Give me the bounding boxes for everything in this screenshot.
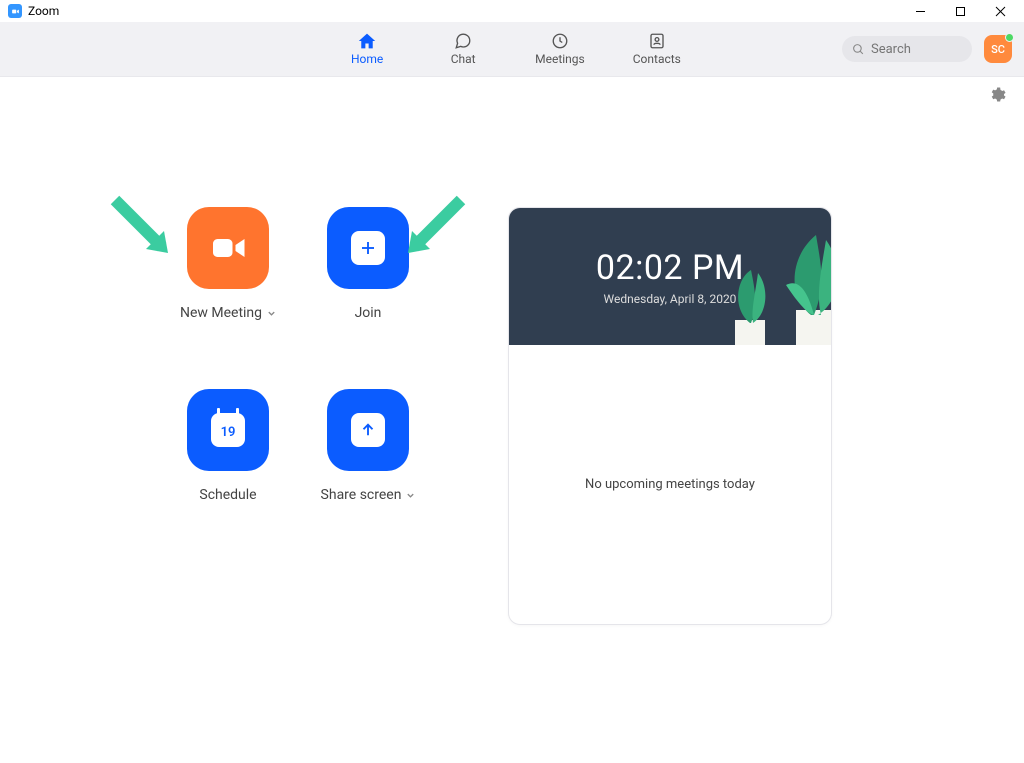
- chevron-down-icon[interactable]: [267, 309, 276, 318]
- tab-chat[interactable]: Chat: [439, 32, 487, 66]
- settings-button[interactable]: [988, 86, 1006, 104]
- share-screen-button[interactable]: Share screen: [298, 389, 438, 503]
- search-box[interactable]: [842, 36, 972, 62]
- tab-home[interactable]: Home: [343, 32, 391, 66]
- annotation-arrow-new-meeting: [110, 195, 180, 269]
- schedule-icon-bg: 19: [187, 389, 269, 471]
- chat-icon: [454, 32, 472, 50]
- tab-label: Chat: [451, 52, 476, 66]
- avatar[interactable]: SC: [984, 35, 1012, 63]
- panel-hero: 02:02 PM Wednesday, April 8, 2020: [509, 208, 831, 345]
- annotation-arrow-join: [396, 195, 466, 269]
- titlebar-left: Zoom: [4, 4, 59, 18]
- panel-body: No upcoming meetings today: [509, 345, 831, 624]
- search-icon: [852, 43, 865, 56]
- share-icon-bg: [327, 389, 409, 471]
- main-tabbar: Home Chat Meetings Contacts SC: [0, 22, 1024, 77]
- settings-row: [0, 77, 1024, 107]
- upcoming-empty-text: No upcoming meetings today: [585, 477, 755, 492]
- video-camera-icon: [210, 230, 246, 266]
- arrow-up-icon: [359, 421, 377, 439]
- minimize-button[interactable]: [900, 0, 940, 22]
- main-content: New Meeting Join: [0, 107, 1024, 625]
- close-button[interactable]: [980, 0, 1020, 22]
- tab-label: Meetings: [535, 52, 585, 66]
- clock-time: 02:02 PM: [596, 248, 744, 288]
- chevron-down-icon[interactable]: [406, 491, 415, 500]
- share-inner: [351, 413, 385, 447]
- status-badge: [1005, 33, 1014, 42]
- window-titlebar: Zoom: [0, 0, 1024, 22]
- upcoming-panel: 02:02 PM Wednesday, April 8, 2020 No upc…: [508, 207, 832, 625]
- schedule-label: Schedule: [199, 487, 256, 503]
- clock-date: Wednesday, April 8, 2020: [604, 292, 737, 306]
- tab-contacts[interactable]: Contacts: [633, 32, 681, 66]
- new-meeting-label: New Meeting: [180, 305, 276, 321]
- right-pane: 02:02 PM Wednesday, April 8, 2020 No upc…: [508, 207, 832, 625]
- plant-decoration-right-2: [723, 265, 773, 345]
- schedule-inner: 19: [211, 413, 245, 447]
- maximize-button[interactable]: [940, 0, 980, 22]
- app-title: Zoom: [28, 4, 59, 18]
- clock-icon: [551, 32, 569, 50]
- gear-icon: [988, 86, 1006, 104]
- tabs: Home Chat Meetings Contacts: [343, 32, 681, 66]
- contacts-icon: [648, 32, 666, 50]
- tab-meetings[interactable]: Meetings: [535, 32, 585, 66]
- window-controls: [900, 0, 1020, 22]
- search-input[interactable]: [871, 42, 961, 57]
- plus-icon: [359, 239, 377, 257]
- zoom-app-icon: [8, 4, 22, 18]
- share-screen-label: Share screen: [321, 487, 416, 503]
- tab-label: Home: [351, 52, 383, 66]
- tabbar-right: SC: [842, 35, 1012, 63]
- calendar-day-number: 19: [221, 425, 236, 440]
- left-pane: New Meeting Join: [0, 207, 508, 625]
- join-label: Join: [355, 305, 382, 321]
- join-inner: [351, 231, 385, 265]
- plant-decoration-right: [766, 225, 831, 345]
- tab-label: Contacts: [633, 52, 681, 66]
- schedule-button[interactable]: 19 Schedule: [158, 389, 298, 503]
- avatar-initials: SC: [991, 43, 1005, 56]
- home-icon: [357, 32, 377, 50]
- new-meeting-icon-bg: [187, 207, 269, 289]
